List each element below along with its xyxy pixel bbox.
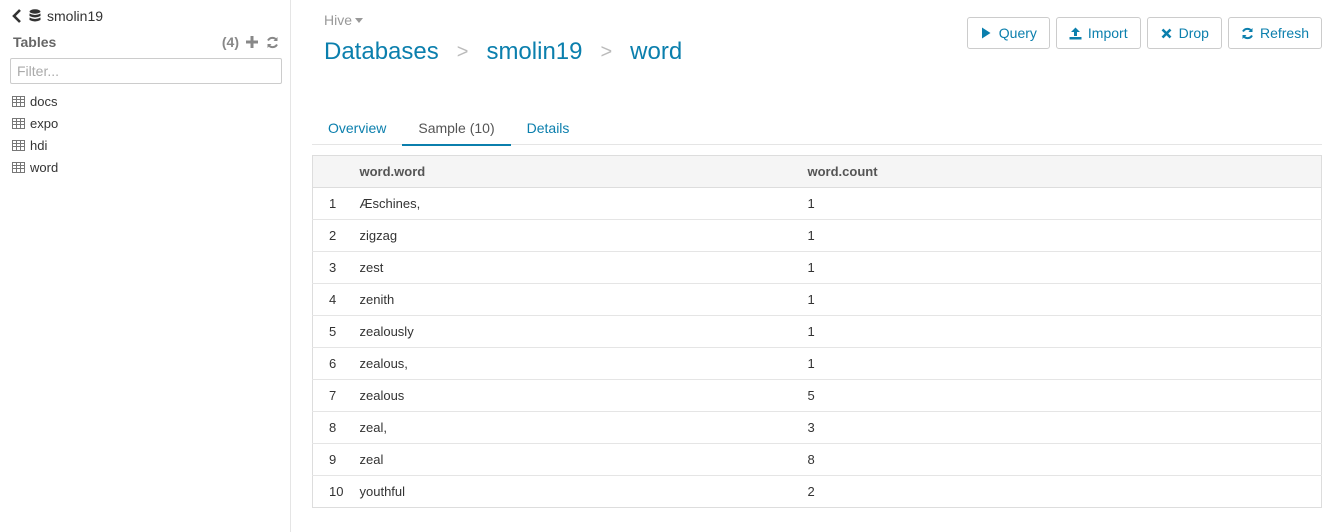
cell-word: zenith: [359, 283, 808, 316]
drop-label: Drop: [1178, 25, 1209, 41]
database-header: smolin19: [10, 6, 103, 26]
cell-word: zealous: [359, 379, 808, 412]
upload-icon: [1069, 27, 1082, 40]
table-icon: [12, 95, 25, 107]
breadcrumb-separator: >: [456, 40, 469, 63]
database-icon: [29, 8, 43, 24]
cell-count: 1: [807, 187, 1322, 220]
refresh-label: Refresh: [1259, 25, 1309, 41]
table-list: docs expo hdi word: [12, 90, 282, 178]
cell-count: 3: [807, 411, 1322, 444]
row-number: 8: [312, 411, 360, 444]
database-name[interactable]: smolin19: [47, 8, 103, 24]
caret-down-icon: [355, 17, 364, 23]
breadcrumb: Databases > smolin19 > word: [324, 37, 682, 67]
action-toolbar: Query Import Drop Refresh: [966, 17, 1322, 49]
cell-count: 2: [807, 475, 1322, 508]
table-item-expo[interactable]: expo: [12, 112, 282, 134]
import-button[interactable]: Import: [1055, 17, 1141, 49]
table-row: 2 zigzag 1: [312, 219, 1322, 252]
breadcrumb-separator: >: [600, 40, 613, 63]
table-row: 8 zeal, 3: [312, 411, 1322, 444]
add-table-icon[interactable]: [245, 34, 259, 50]
table-row: 6 zealous, 1: [312, 347, 1322, 380]
cell-word: zealously: [359, 315, 808, 348]
table-label: word: [30, 159, 59, 175]
cell-count: 1: [807, 219, 1322, 252]
cell-count: 5: [807, 379, 1322, 412]
tables-header: Tables (4): [13, 33, 279, 51]
row-number: 1: [312, 187, 360, 220]
cell-word: zest: [359, 251, 808, 284]
column-header-rownum: [312, 155, 360, 188]
breadcrumb-table[interactable]: word: [630, 38, 682, 66]
row-number: 7: [312, 379, 360, 412]
refresh-tables-icon[interactable]: [265, 34, 279, 50]
cell-count: 1: [807, 251, 1322, 284]
tables-title: Tables: [13, 34, 57, 50]
refresh-icon: [1241, 27, 1254, 40]
row-number: 2: [312, 219, 360, 252]
column-header-word[interactable]: word.word: [359, 155, 808, 188]
drop-button[interactable]: Drop: [1146, 17, 1222, 49]
breadcrumb-databases[interactable]: Databases: [324, 38, 439, 66]
close-icon: [1160, 27, 1173, 40]
row-number: 3: [312, 251, 360, 284]
table-label: hdi: [30, 137, 48, 153]
cell-word: youthful: [359, 475, 808, 508]
tab-sample[interactable]: Sample (10): [402, 110, 511, 146]
table-row: 7 zealous 5: [312, 379, 1322, 412]
table-row: 5 zealously 1: [312, 315, 1322, 348]
table-header-row: word.word word.count: [312, 155, 1322, 188]
tab-bar: Overview Sample (10) Details: [312, 110, 1322, 146]
row-number: 5: [312, 315, 360, 348]
row-number: 6: [312, 347, 360, 380]
table-label: docs: [30, 93, 58, 109]
table-row: 3 zest 1: [312, 251, 1322, 284]
row-number: 9: [312, 443, 360, 476]
cell-word: zeal: [359, 443, 808, 476]
table-row: 10 youthful 2: [312, 475, 1322, 508]
table-row: 4 zenith 1: [312, 283, 1322, 316]
row-number: 10: [312, 475, 360, 508]
engine-dropdown[interactable]: Hive: [324, 12, 364, 28]
table-item-hdi[interactable]: hdi: [12, 134, 282, 156]
query-button[interactable]: Query: [966, 17, 1050, 49]
cell-word: zealous,: [359, 347, 808, 380]
row-number: 4: [312, 283, 360, 316]
table-icon: [12, 117, 25, 129]
cell-count: 1: [807, 283, 1322, 316]
cell-word: Æschines,: [359, 187, 808, 220]
table-icon: [12, 161, 25, 173]
sample-table: word.word word.count 1 Æschines, 1 2 zigzag…: [312, 155, 1322, 508]
cell-count: 1: [807, 315, 1322, 348]
refresh-button[interactable]: Refresh: [1227, 17, 1322, 49]
table-row: 9 zeal 8: [312, 443, 1322, 476]
cell-word: zeal,: [359, 411, 808, 444]
filter-input[interactable]: [10, 58, 282, 84]
query-label: Query: [998, 25, 1037, 41]
import-label: Import: [1087, 25, 1128, 41]
table-item-word[interactable]: word: [12, 156, 282, 178]
back-icon[interactable]: [10, 6, 24, 26]
cell-count: 1: [807, 347, 1322, 380]
column-header-count[interactable]: word.count: [807, 155, 1322, 188]
cell-word: zigzag: [359, 219, 808, 252]
tab-overview[interactable]: Overview: [312, 110, 402, 145]
breadcrumb-database[interactable]: smolin19: [486, 38, 582, 66]
sidebar: smolin19 Tables (4) docs expo: [0, 0, 291, 532]
table-icon: [12, 139, 25, 151]
table-label: expo: [30, 115, 59, 131]
play-icon: [980, 27, 993, 40]
table-item-docs[interactable]: docs: [12, 90, 282, 112]
tables-count: (4): [221, 34, 239, 50]
engine-label: Hive: [324, 12, 353, 28]
cell-count: 8: [807, 443, 1322, 476]
tab-details[interactable]: Details: [511, 110, 586, 145]
table-row: 1 Æschines, 1: [312, 187, 1322, 220]
